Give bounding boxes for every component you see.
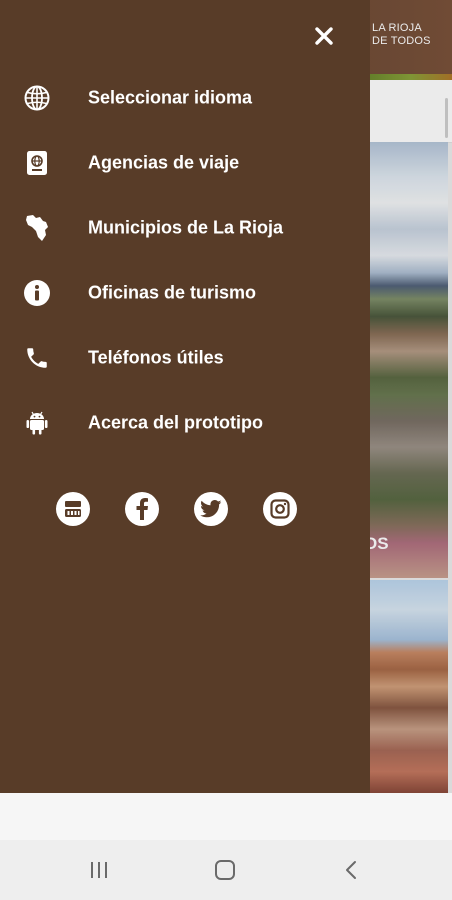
recent-apps-icon xyxy=(91,862,107,878)
info-icon xyxy=(22,278,52,308)
youtube-icon xyxy=(65,501,81,517)
menu-item-label: Teléfonos útiles xyxy=(88,347,224,367)
passport-icon xyxy=(22,148,52,178)
province-map-icon xyxy=(22,213,52,243)
home-icon xyxy=(215,860,235,880)
menu-item-telefonos-utiles[interactable]: Teléfonos útiles xyxy=(0,325,370,390)
menu-item-label: Municipios de La Rioja xyxy=(88,217,284,237)
instagram-button[interactable] xyxy=(263,492,297,526)
navigation-drawer: Seleccionar idioma Agencias de viaje Mun… xyxy=(0,0,370,793)
youtube-button[interactable] xyxy=(56,492,90,526)
twitter-icon xyxy=(200,500,222,518)
globe-icon xyxy=(22,83,52,113)
facebook-button[interactable] xyxy=(125,492,159,526)
phone-icon xyxy=(22,343,52,373)
bottom-strip xyxy=(0,793,452,840)
close-button[interactable] xyxy=(308,20,340,52)
instagram-icon xyxy=(270,499,290,519)
home-button[interactable] xyxy=(210,855,240,885)
menu-item-acerca-del-prototipo[interactable]: Acerca del prototipo xyxy=(0,390,370,455)
menu-item-label: Agencias de viaje xyxy=(88,152,240,172)
drawer-menu: Seleccionar idioma Agencias de viaje Mun… xyxy=(0,65,370,455)
back-button[interactable] xyxy=(336,855,366,885)
menu-item-label: Acerca del prototipo xyxy=(88,412,264,432)
back-icon xyxy=(346,861,356,879)
system-navigation-bar xyxy=(0,840,452,900)
facebook-icon xyxy=(136,498,148,520)
menu-item-label: Oficinas de turismo xyxy=(88,282,257,302)
menu-item-oficinas-de-turismo[interactable]: Oficinas de turismo xyxy=(0,260,370,325)
social-links xyxy=(54,492,304,528)
menu-item-seleccionar-idioma[interactable]: Seleccionar idioma xyxy=(0,65,370,130)
menu-item-municipios[interactable]: Municipios de La Rioja xyxy=(0,195,370,260)
recent-apps-button[interactable] xyxy=(84,855,114,885)
menu-item-label: Seleccionar idioma xyxy=(88,87,253,107)
twitter-button[interactable] xyxy=(194,492,228,526)
menu-item-agencias-de-viaje[interactable]: Agencias de viaje xyxy=(0,130,370,195)
android-icon xyxy=(22,408,52,438)
close-icon xyxy=(315,27,333,45)
